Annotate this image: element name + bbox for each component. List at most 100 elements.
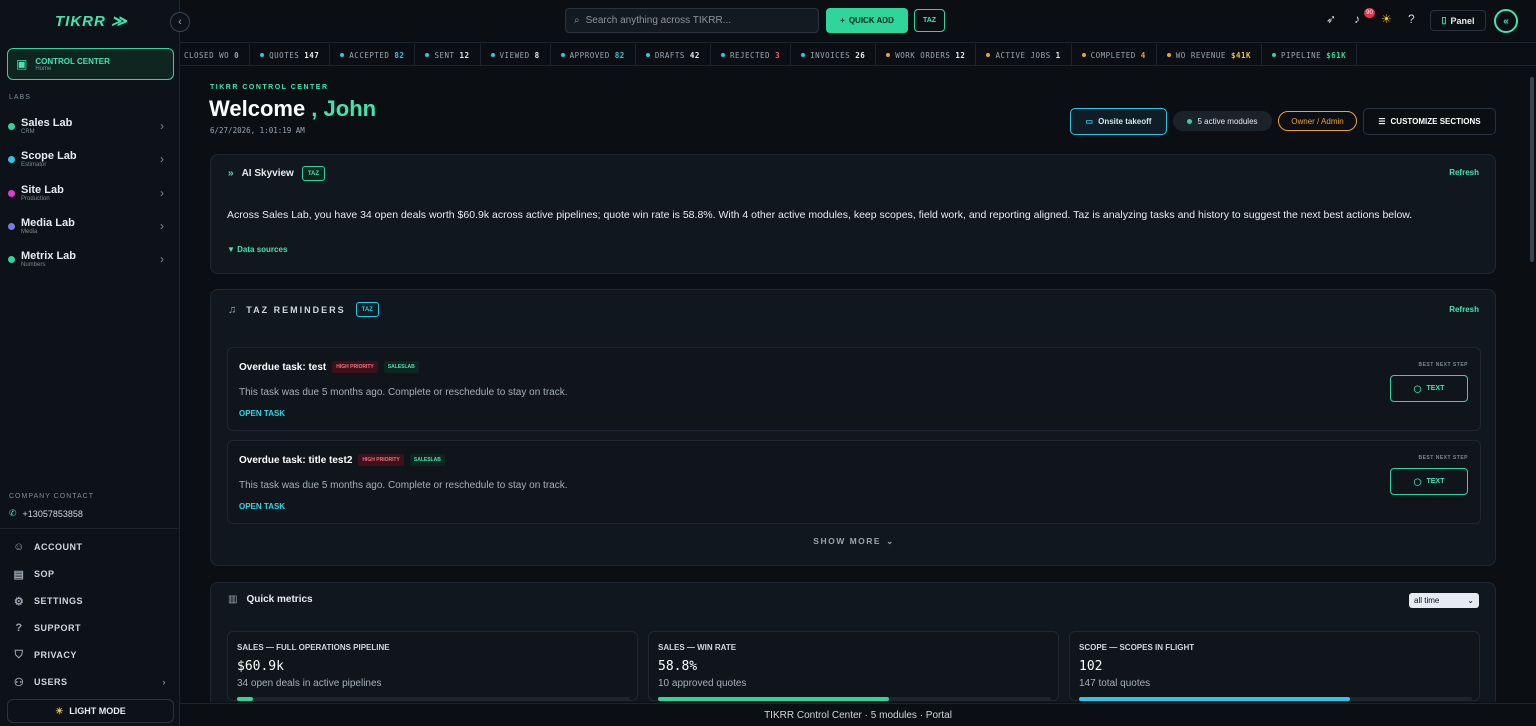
- chat-icon: ◯: [1413, 478, 1422, 486]
- status-dot: [490, 53, 495, 57]
- lab-sub: CRM: [21, 129, 35, 135]
- quick-add-button[interactable]: + QUICK ADD: [826, 8, 908, 33]
- double-chevron-left-icon: «: [1503, 15, 1509, 27]
- metric-progress-bar: [237, 697, 630, 701]
- brand-logo[interactable]: TIKRR ≫: [55, 12, 128, 30]
- stats-ticker: CLOSED WO 0 QUOTES 147 ACCEPTED 82 SENT 12 VIEWE…: [180, 44, 1536, 66]
- sidebar-item-site-lab[interactable]: Site Lab Production ›: [8, 179, 168, 207]
- search-input[interactable]: ⌕ Search anything across TIKRR...: [565, 8, 819, 33]
- action-label: TEXT: [1426, 385, 1445, 392]
- nav-settings[interactable]: ⚙ SETTINGS: [12, 591, 172, 611]
- taz-button[interactable]: TAZ: [914, 9, 945, 32]
- chevron-right-icon: ›: [160, 252, 164, 266]
- text-action-button[interactable]: ◯ TEXT: [1390, 468, 1468, 495]
- lab-sub: Numbers: [21, 262, 46, 268]
- ticker-value: 82: [394, 50, 405, 60]
- main-scrollbar[interactable]: [1528, 67, 1536, 702]
- bell-icon: ♫: [228, 303, 237, 316]
- ticker-value: $61K: [1326, 50, 1347, 60]
- scrollbar-thumb[interactable]: [1530, 77, 1534, 262]
- ticker-label: ACCEPTED: [349, 50, 390, 60]
- collapse-sidebar-button[interactable]: ‹: [170, 12, 190, 32]
- ticker-stat[interactable]: QUOTES 147: [250, 44, 331, 65]
- ticker-stat[interactable]: SENT 12: [415, 44, 481, 65]
- ticker-stat[interactable]: PIPELINE $61K: [1262, 44, 1358, 65]
- ticker-value: 12: [459, 50, 470, 60]
- ticker-value: 3: [775, 50, 781, 60]
- chat-icon: ◯: [1413, 385, 1422, 393]
- nav-sop[interactable]: ▤ SOP: [12, 564, 172, 584]
- ticker-stat[interactable]: APPROVED 82: [551, 44, 636, 65]
- nav-privacy[interactable]: ⛉ PRIVACY: [12, 645, 172, 665]
- nav-account[interactable]: ☺ ACCOUNT: [12, 537, 172, 557]
- show-more-button[interactable]: SHOW MORE ⌄: [211, 536, 1497, 547]
- ticker-stat[interactable]: WO REVENUE $41K: [1157, 44, 1262, 65]
- ticker-value: 26: [855, 50, 866, 60]
- plus-icon: +: [840, 16, 845, 25]
- gear-icon: ⚙: [13, 595, 25, 608]
- status-dot: [1166, 53, 1171, 57]
- sidebar-item-scope-lab[interactable]: Scope Lab Estimator ›: [8, 145, 168, 173]
- reminders-refresh-button[interactable]: Refresh: [1449, 305, 1479, 314]
- status-dot: [560, 53, 565, 57]
- modules-label: 5 active modules: [1197, 116, 1258, 126]
- ticker-stat[interactable]: REJECTED 3: [711, 44, 792, 65]
- company-contact: COMPANY CONTACT ✆ +13057853858: [9, 493, 94, 519]
- sidebar-item-media-lab[interactable]: Media Lab Media ›: [8, 212, 168, 240]
- metric-card: SCOPE — SCOPES IN FLIGHT 102 147 total q…: [1069, 631, 1480, 701]
- ticker-label: INVOICES: [810, 50, 851, 60]
- skyview-refresh-button[interactable]: Refresh: [1449, 168, 1479, 177]
- panel-button[interactable]: ▯ Panel: [1430, 10, 1486, 31]
- reminder-title: Overdue task: title test2: [239, 454, 353, 466]
- ticker-stat[interactable]: CLOSED WO 0: [180, 44, 251, 65]
- metric-progress-fill: [658, 697, 890, 701]
- best-next-step-label: BEST NEXT STEP: [1418, 455, 1468, 461]
- onsite-takeoff-button[interactable]: ▭ Onsite takeoff: [1070, 108, 1167, 135]
- chevron-down-icon: ⌄: [1467, 596, 1474, 605]
- show-more-label: SHOW MORE: [813, 536, 882, 546]
- metric-progress-bar: [658, 697, 1051, 701]
- status-dot: [425, 53, 430, 57]
- ticker-stat[interactable]: ACTIVE JOBS 1: [976, 44, 1072, 65]
- ticker-stat[interactable]: COMPLETED 4: [1072, 44, 1157, 65]
- reminder-item: Overdue task: title test2 HIGH PRIORITY …: [227, 440, 1481, 524]
- rocket-icon[interactable]: ➶: [1326, 12, 1336, 26]
- priority-badge: HIGH PRIORITY: [332, 361, 378, 373]
- sun-icon[interactable]: ☀: [1381, 12, 1392, 26]
- bell-icon[interactable]: ♪: [1354, 12, 1360, 26]
- panel-label: Panel: [1450, 15, 1475, 26]
- metric-label: SALES — FULL OPERATIONS PIPELINE: [237, 643, 390, 652]
- data-sources-toggle[interactable]: ▼ Data sources: [227, 245, 287, 254]
- ticker-stat[interactable]: INVOICES 26: [791, 44, 877, 65]
- ticker-value: 0: [234, 50, 240, 60]
- chevron-right-icon: ›: [160, 119, 164, 133]
- customize-sections-button[interactable]: ☰ CUSTOMIZE SECTIONS: [1363, 108, 1496, 135]
- help-icon[interactable]: ?: [1408, 12, 1415, 26]
- page-eyebrow: TIKRR CONTROL CENTER: [210, 84, 329, 91]
- chart-icon: ▥: [228, 594, 238, 605]
- priority-badge: HIGH PRIORITY: [358, 454, 404, 466]
- ticker-stat[interactable]: WORK ORDERS 12: [876, 44, 977, 65]
- collapse-panel-button[interactable]: «: [1494, 9, 1518, 33]
- sidebar-item-sales-lab[interactable]: Sales Lab CRM ›: [8, 112, 168, 140]
- sidebar-item-metrix-lab[interactable]: Metrix Lab Numbers ›: [8, 245, 168, 273]
- quick-metrics-card: ▥ Quick metrics all time ⌄ SALES — FULL O…: [210, 582, 1496, 702]
- open-task-link[interactable]: OPEN TASK: [239, 502, 285, 511]
- company-phone-link[interactable]: ✆ +13057853858: [9, 508, 94, 519]
- time-range-select[interactable]: all time ⌄: [1409, 593, 1479, 608]
- role-badge: Owner / Admin: [1278, 111, 1357, 131]
- nav-support[interactable]: ? SUPPORT: [12, 618, 172, 638]
- lab-name: Site Lab: [21, 184, 64, 196]
- ticker-row: CLOSED WO 0 QUOTES 147 ACCEPTED 82 SENT 12 VIEWE…: [180, 44, 1358, 65]
- lab-name: Media Lab: [21, 217, 75, 229]
- text-action-button[interactable]: ◯ TEXT: [1390, 375, 1468, 402]
- control-center-item[interactable]: ▣ CONTROL CENTER Home: [7, 48, 174, 80]
- light-mode-button[interactable]: ☀ LIGHT MODE: [7, 699, 174, 723]
- nav-users[interactable]: ⚇ USERS ›: [12, 672, 172, 692]
- ticker-stat[interactable]: DRAFTS 42: [636, 44, 711, 65]
- action-label: TEXT: [1426, 478, 1445, 485]
- ticker-stat[interactable]: ACCEPTED 82: [330, 44, 416, 65]
- open-task-link[interactable]: OPEN TASK: [239, 409, 285, 418]
- ticker-stat[interactable]: VIEWED 8: [481, 44, 551, 65]
- sidebar: TIKRR ≫ ▣ CONTROL CENTER Home LABS Sales…: [0, 0, 180, 726]
